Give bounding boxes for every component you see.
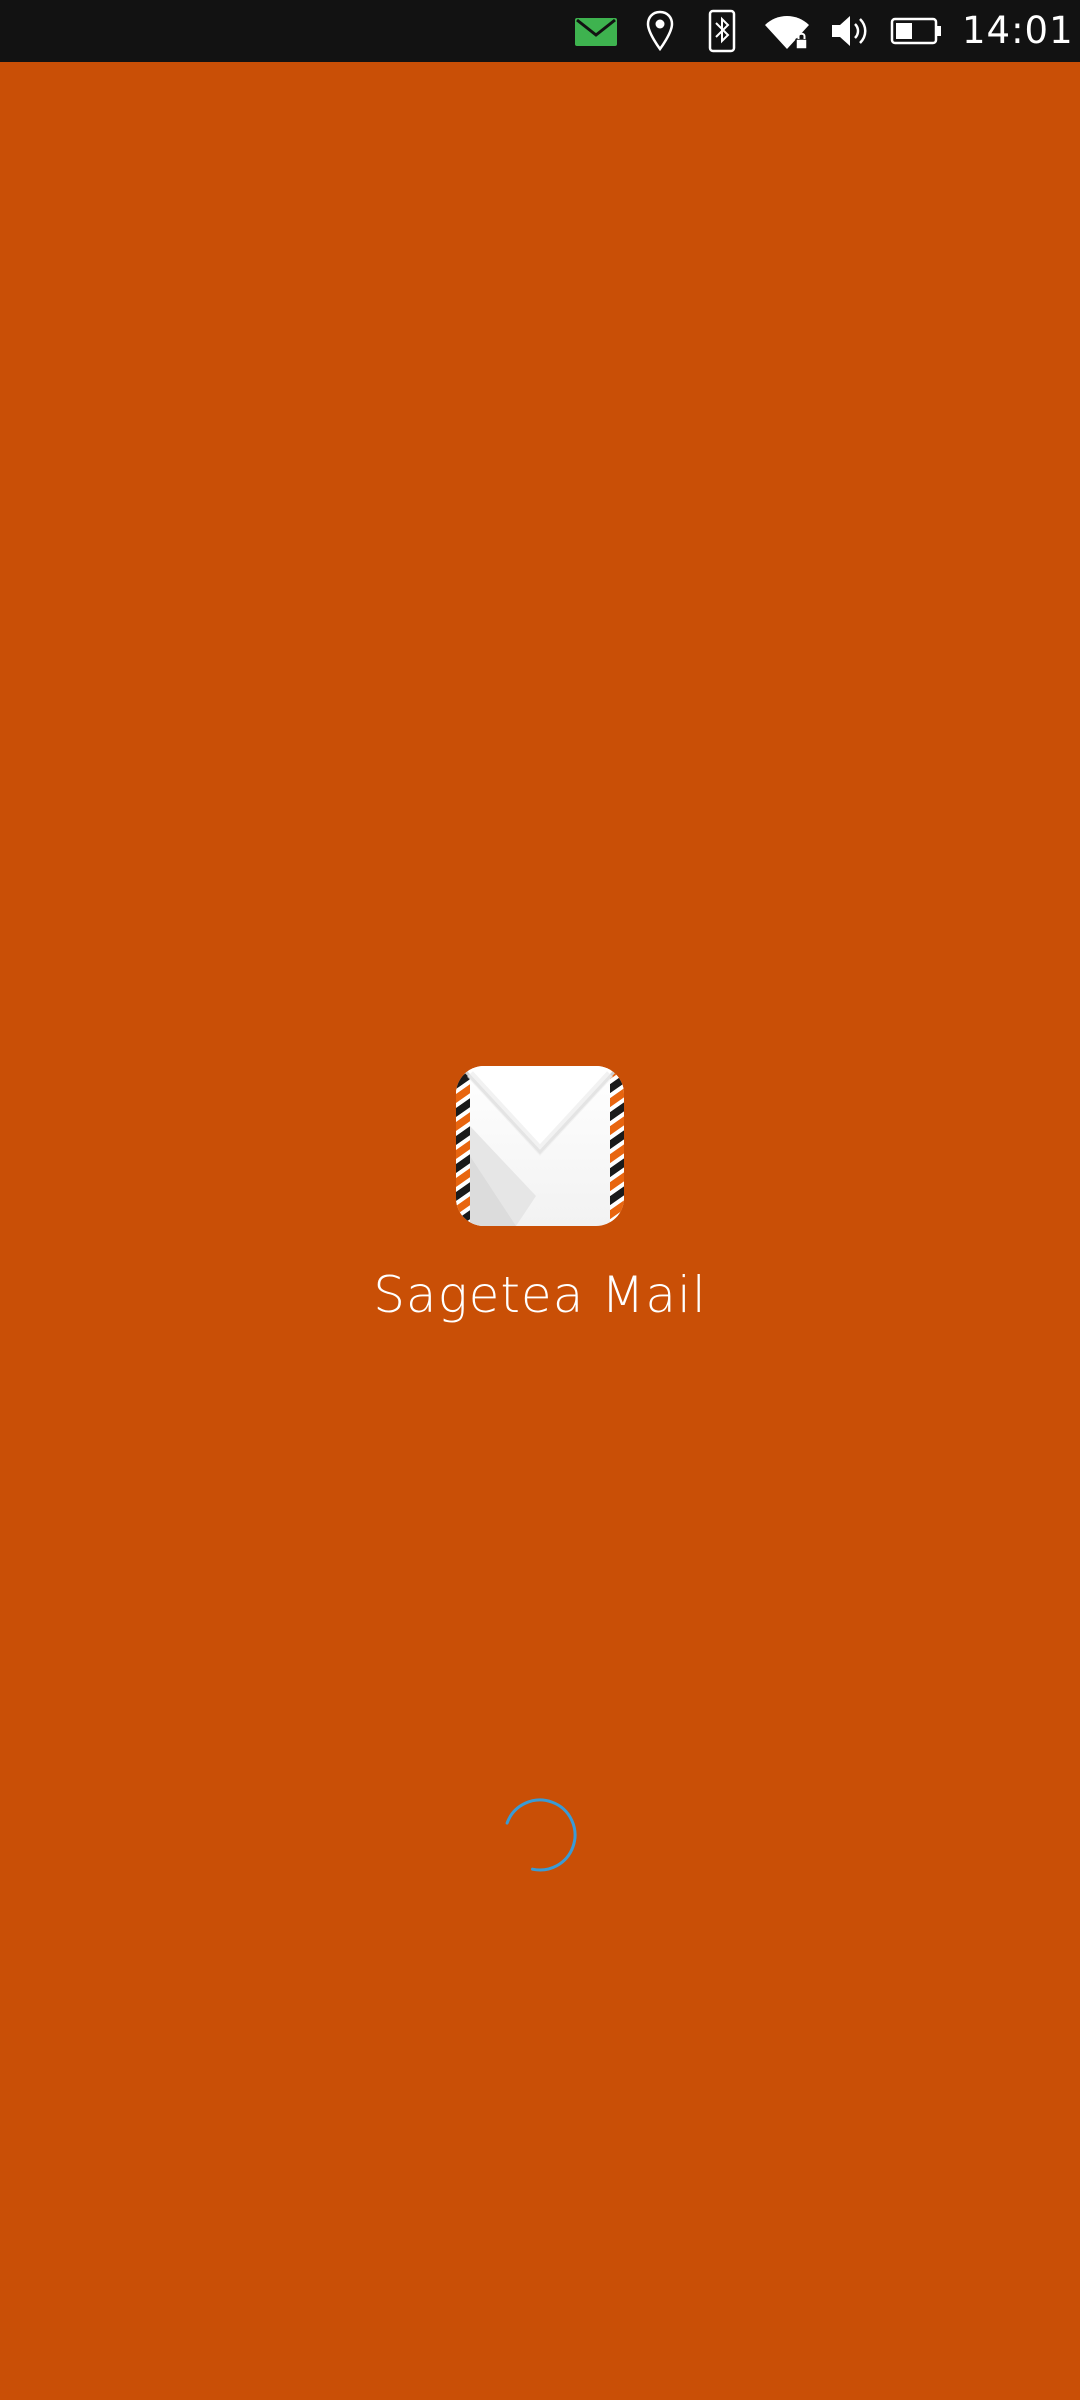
mail-notification-icon[interactable] <box>574 9 618 53</box>
envelope-airmail-icon <box>456 1066 624 1226</box>
volume-icon[interactable] <box>830 9 870 53</box>
loading-spinner <box>503 1798 577 1872</box>
splash-screen: 14:01 Sagetea Mail <box>0 0 1080 2400</box>
app-name: Sagetea Mail <box>373 1266 707 1324</box>
status-bar[interactable]: 14:01 <box>0 0 1080 62</box>
location-icon[interactable] <box>646 9 674 53</box>
battery-icon[interactable] <box>890 9 942 53</box>
bluetooth-icon[interactable] <box>708 9 736 53</box>
wifi-secure-icon[interactable] <box>764 9 810 53</box>
clock[interactable]: 14:01 <box>962 8 1074 54</box>
